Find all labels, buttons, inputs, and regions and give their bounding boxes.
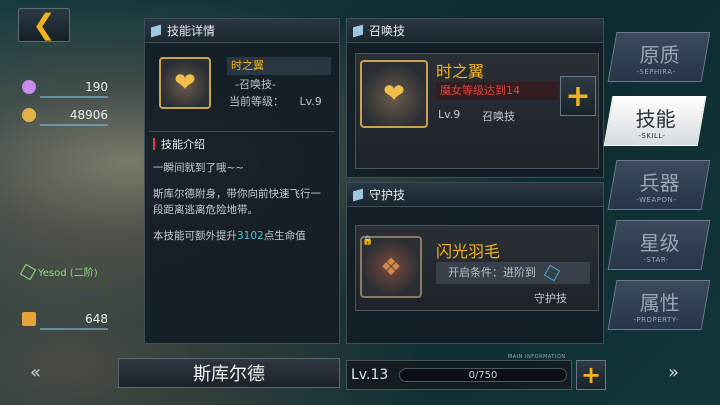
guard-condition-text: 开启条件：进阶到 — [448, 266, 536, 279]
intro-line-2: 斯库尔德附身，带你向前快速飞行一段距离逃离危险地带。 — [153, 188, 321, 216]
bonus-suffix: 点生命值 — [263, 230, 306, 242]
level-up-button[interactable]: + — [576, 360, 606, 390]
chevron-left-icon: ❮ — [32, 8, 56, 41]
sephira-label: Yesod (二阶) — [38, 268, 98, 279]
prev-character-button[interactable]: « — [30, 362, 41, 383]
tab-sephira-sub: -SEPHIRA- — [636, 67, 677, 76]
crystal-resource: 190 — [22, 78, 108, 98]
medal-resource: 648 — [22, 310, 108, 330]
tab-skill[interactable]: 技能 -SKILL- — [603, 96, 707, 146]
tab-skill-label: 技能 — [635, 106, 676, 131]
summon-upgrade-button[interactable]: + — [560, 76, 596, 116]
xp-value: 0/750 — [468, 369, 498, 381]
summon-type: 召唤技 — [482, 110, 515, 123]
tab-star-label: 星级 — [639, 230, 680, 255]
guard-header: 守护技 — [347, 183, 603, 207]
summon-level: Lv.9 — [438, 108, 461, 121]
summon-skill-panel: 召唤技 ❤ 时之翼 魔女等级达到14 Lv.9 召唤技 + — [346, 18, 604, 178]
character-name-plate: 斯库尔德 — [118, 358, 340, 388]
lock-icon: 🔒 — [362, 236, 374, 246]
detail-skill-name: 时之翼 — [227, 57, 331, 75]
current-level-value: Lv.9 — [299, 95, 322, 108]
tab-weapon[interactable]: 兵器 -WEAPON- — [607, 160, 711, 210]
summon-header: 召唤技 — [347, 19, 603, 43]
guard-skill-panel: 守护技 ❖ 🔒 闪光羽毛 开启条件：进阶到 守护技 — [346, 182, 604, 344]
summon-requirement: 魔女等级达到14 — [436, 82, 558, 100]
back-button[interactable]: ❮ — [18, 8, 70, 42]
summon-title: 召唤技 — [369, 24, 406, 38]
star-rating: ★ ★ ★ ★ ★ ★ — [22, 286, 102, 301]
cube-icon — [151, 24, 161, 37]
hexagon-icon — [19, 263, 37, 280]
cube-icon — [353, 24, 363, 37]
summon-skill-name: 时之翼 — [436, 62, 485, 81]
wing-skill-icon: ❤ — [360, 60, 428, 128]
crystal-icon — [22, 80, 36, 94]
hexagon-icon — [543, 264, 560, 282]
tab-property-sub: -PROPERTY- — [633, 315, 680, 324]
plus-icon: + — [565, 78, 591, 114]
cube-icon — [353, 188, 363, 201]
level-plate: Lv.13 0/750 — [346, 360, 572, 390]
medal-icon — [22, 312, 36, 326]
tab-star-sub: -STAR- — [643, 255, 670, 264]
detail-skill-type: -召唤技- — [235, 78, 276, 91]
guard-skill-card[interactable]: ❖ 🔒 闪光羽毛 开启条件：进阶到 守护技 — [355, 225, 599, 311]
wing-skill-icon: ❤ — [159, 57, 211, 109]
skill-detail-header: 技能详情 — [145, 19, 339, 43]
medal-count: 648 — [85, 312, 108, 326]
plus-icon: + — [580, 361, 602, 389]
guard-condition: 开启条件：进阶到 — [436, 262, 590, 284]
intro-header: 技能介绍 — [161, 138, 205, 151]
tab-sephira-label: 原质 — [639, 42, 680, 67]
sephira-tag: Yesod (二阶) — [19, 263, 98, 280]
intro-line-1: 一瞬间就到了哦~~ — [153, 162, 245, 174]
coin-count: 48906 — [69, 108, 108, 122]
tab-weapon-sub: -WEAPON- — [636, 195, 677, 204]
guard-skill-name: 闪光羽毛 — [436, 242, 501, 261]
coin-icon — [22, 108, 36, 122]
tab-property[interactable]: 属性 -PROPERTY- — [607, 280, 711, 330]
tab-property-label: 属性 — [639, 290, 680, 315]
current-level-label: 当前等级： — [229, 95, 284, 108]
crystal-count: 190 — [85, 80, 108, 94]
guard-title: 守护技 — [369, 188, 406, 202]
guard-type: 守护技 — [534, 292, 567, 305]
skill-detail-title: 技能详情 — [167, 24, 216, 38]
character-level: Lv.13 — [351, 367, 389, 383]
character-name: 斯库尔德 — [193, 364, 265, 385]
tab-sephira[interactable]: 原质 -SEPHIRA- — [607, 32, 711, 82]
bonus-prefix: 本技能可额外提升 — [153, 230, 237, 242]
skill-detail-panel: 技能详情 ❤ 时之翼 -召唤技- 当前等级： Lv.9 技能介绍 一瞬间就到了哦… — [144, 18, 340, 344]
tab-star[interactable]: 星级 -STAR- — [607, 220, 711, 270]
coin-resource: 48906 — [22, 106, 108, 126]
next-character-button[interactable]: » — [668, 362, 679, 383]
xp-bar: 0/750 — [399, 368, 567, 382]
tab-skill-sub: -SKILL- — [638, 131, 667, 140]
summon-skill-card[interactable]: ❤ 时之翼 魔女等级达到14 Lv.9 召唤技 + — [355, 53, 599, 169]
bonus-value: 3102 — [237, 230, 264, 242]
tab-weapon-label: 兵器 — [639, 170, 680, 195]
